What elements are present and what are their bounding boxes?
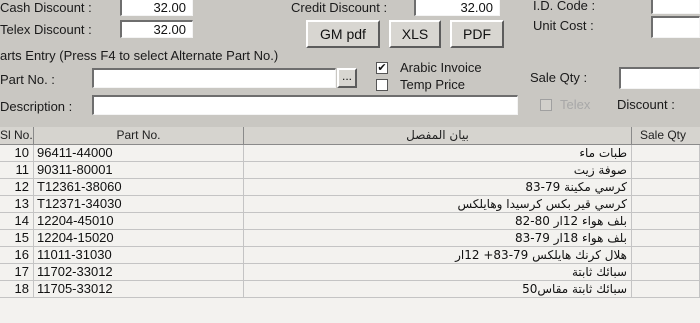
table-row[interactable]: 13 T12371-34030 كرسي قير بكس كرسيدا وهايلك…: [0, 196, 700, 213]
discount-label: Discount :: [617, 97, 675, 112]
credit-discount-field[interactable]: 32.00: [414, 0, 500, 16]
cell-part-no: 11702-33012: [34, 264, 244, 280]
cell-sale-qty: [632, 247, 700, 263]
cell-sl-no: 11: [0, 162, 34, 178]
table-row[interactable]: 10 96411-44000 طبات ماء: [0, 145, 700, 162]
description-input[interactable]: [92, 95, 518, 115]
cash-discount-value: 32.00: [153, 0, 186, 15]
cell-description: كرسي قير بكس كرسيدا وهايلكس: [244, 196, 632, 212]
telex-discount-field[interactable]: 32.00: [120, 20, 193, 38]
cell-description: هلال كرنك هايلكس 79-83+ 12ار: [244, 247, 632, 263]
col-description-ar[interactable]: بيان المفصل: [244, 127, 632, 144]
cash-discount-label: Cash Discount :: [0, 0, 92, 15]
check-mark-icon: ✔: [377, 62, 387, 74]
cell-description: كرسي مكينة 79-83: [244, 179, 632, 195]
cell-sl-no: 10: [0, 145, 34, 161]
cell-sl-no: 15: [0, 230, 34, 246]
cell-sale-qty: [632, 264, 700, 280]
id-code-field[interactable]: [651, 0, 700, 14]
cell-sale-qty: [632, 162, 700, 178]
col-sl-no[interactable]: Sl No.: [0, 127, 34, 144]
cell-description: بلف هواء 12ار 80-82: [244, 213, 632, 229]
cell-part-no: T12371-34030: [34, 196, 244, 212]
cell-sl-no: 17: [0, 264, 34, 280]
sale-qty-input[interactable]: [619, 67, 700, 89]
cell-description: بلف هواء 18ار 79-83: [244, 230, 632, 246]
description-label: Description :: [0, 99, 73, 114]
temp-price-checkbox[interactable]: [376, 79, 388, 91]
table-row[interactable]: 18 11705-33012 سبائك ثابتة مقاس50: [0, 281, 700, 298]
parts-grid[interactable]: Sl No. Part No. بيان المفصل Sale Qty 10 9…: [0, 127, 700, 323]
cell-description: طبات ماء: [244, 145, 632, 161]
grid-header: Sl No. Part No. بيان المفصل Sale Qty: [0, 127, 700, 145]
credit-discount-label: Credit Discount :: [291, 0, 388, 15]
sale-qty-label: Sale Qty :: [530, 70, 588, 85]
col-part-no[interactable]: Part No.: [34, 127, 244, 144]
cell-sl-no: 12: [0, 179, 34, 195]
parts-entry-title: arts Entry (Press F4 to select Alternate…: [0, 48, 279, 63]
cell-description: سبائك ثابتة مقاس50: [244, 281, 632, 297]
arabic-invoice-checkbox[interactable]: ✔: [376, 62, 388, 74]
part-lookup-button[interactable]: ...: [337, 68, 357, 88]
telex-checkbox[interactable]: [540, 99, 552, 111]
cell-sale-qty: [632, 145, 700, 161]
cell-part-no: 90311-80001: [34, 162, 244, 178]
table-row[interactable]: 12 T12361-38060 كرسي مكينة 79-83: [0, 179, 700, 196]
telex-label: Telex: [560, 97, 591, 112]
cell-description: سبائك ثابتة: [244, 264, 632, 280]
part-no-input[interactable]: [92, 68, 336, 88]
xls-button[interactable]: XLS: [389, 20, 441, 48]
cell-sl-no: 18: [0, 281, 34, 297]
cell-sale-qty: [632, 179, 700, 195]
cell-part-no: 12204-15020: [34, 230, 244, 246]
telex-discount-label: Telex Discount :: [0, 22, 92, 37]
cell-part-no: 96411-44000: [34, 145, 244, 161]
cell-sl-no: 14: [0, 213, 34, 229]
unit-cost-field[interactable]: [651, 16, 700, 38]
cell-sale-qty: [632, 213, 700, 229]
table-row[interactable]: 11 90311-80001 صوفة زيت: [0, 162, 700, 179]
telex-discount-value: 32.00: [153, 22, 186, 37]
cell-part-no: 11011-31030: [34, 247, 244, 263]
col-sale-qty[interactable]: Sale Qty: [632, 127, 700, 144]
cell-sale-qty: [632, 230, 700, 246]
pdf-button[interactable]: PDF: [450, 20, 504, 48]
cell-part-no: T12361-38060: [34, 179, 244, 195]
gm-pdf-button[interactable]: GM pdf: [306, 20, 380, 48]
cell-sale-qty: [632, 281, 700, 297]
cell-part-no: 12204-45010: [34, 213, 244, 229]
cell-description: صوفة زيت: [244, 162, 632, 178]
arabic-invoice-label: Arabic Invoice: [400, 60, 482, 75]
table-row[interactable]: 14 12204-45010 بلف هواء 12ار 80-82: [0, 213, 700, 230]
part-no-label: Part No. :: [0, 72, 55, 87]
cell-sale-qty: [632, 196, 700, 212]
temp-price-label: Temp Price: [400, 77, 466, 92]
credit-discount-value: 32.00: [460, 0, 493, 15]
table-row[interactable]: 17 11702-33012 سبائك ثابتة: [0, 264, 700, 281]
cell-sl-no: 13: [0, 196, 34, 212]
id-code-label: I.D. Code :: [533, 0, 596, 13]
cash-discount-field[interactable]: 32.00: [120, 0, 193, 16]
table-row[interactable]: 15 12204-15020 بلف هواء 18ار 79-83: [0, 230, 700, 247]
unit-cost-label: Unit Cost :: [533, 18, 594, 33]
cell-sl-no: 16: [0, 247, 34, 263]
cell-part-no: 11705-33012: [34, 281, 244, 297]
table-row[interactable]: 16 11011-31030 هلال كرنك هايلكس 79-83+ 12ا…: [0, 247, 700, 264]
